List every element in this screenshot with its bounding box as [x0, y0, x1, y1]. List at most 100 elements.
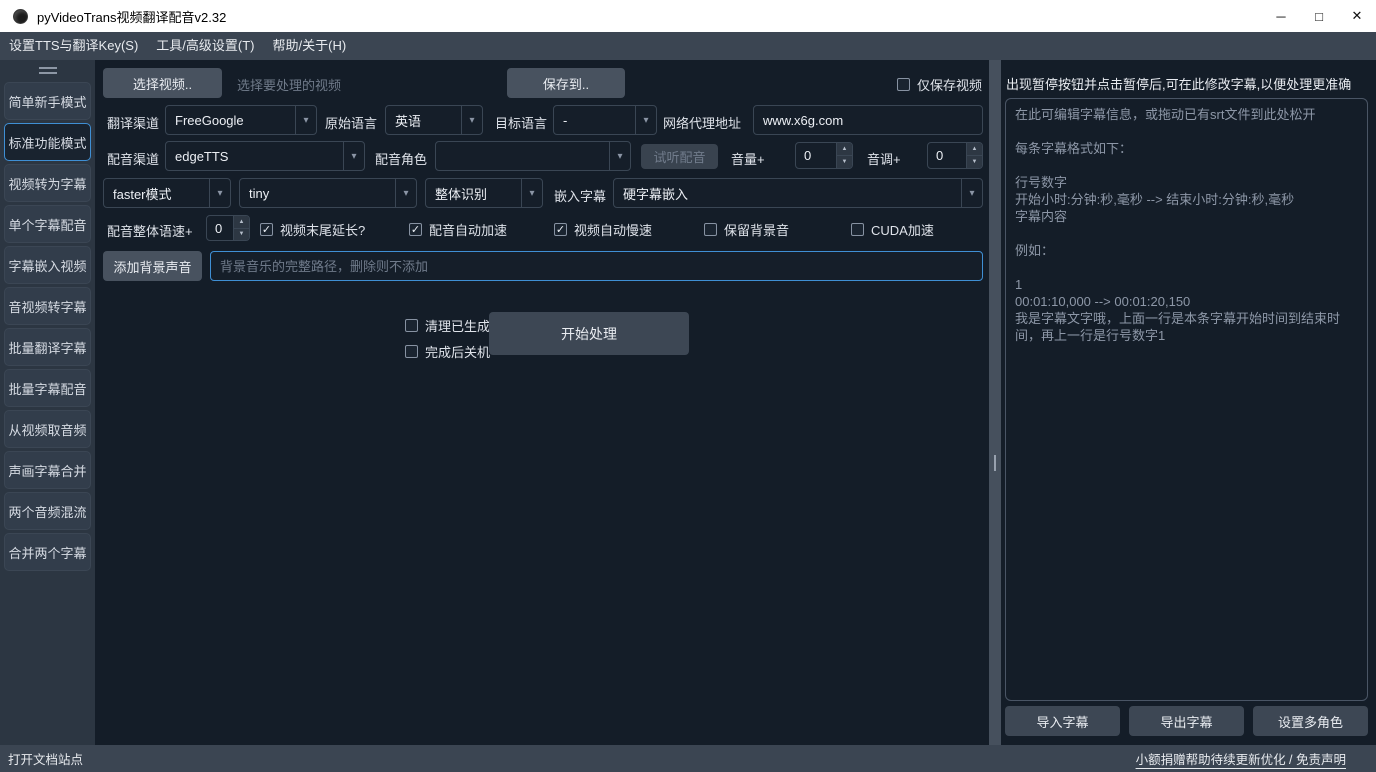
- proxy-address-label: 网络代理地址: [663, 113, 741, 132]
- sidebar-item-embed-srt[interactable]: 字幕嵌入视频: [4, 246, 91, 284]
- sidebar-item-batch-translate[interactable]: 批量翻译字幕: [4, 328, 91, 366]
- save-to-button[interactable]: 保存到..: [507, 68, 625, 98]
- checkbox-label: CUDA加速: [871, 220, 934, 239]
- spin-down-icon[interactable]: ▼: [234, 229, 249, 241]
- panel-splitter[interactable]: [989, 60, 1001, 745]
- target-language-select[interactable]: - ▾: [553, 105, 657, 135]
- spin-down-icon[interactable]: ▼: [967, 156, 982, 168]
- menu-bar: 设置TTS与翻译Key(S) 工具/高级设置(T) 帮助/关于(H): [0, 32, 1376, 60]
- select-video-button[interactable]: 选择视频..: [103, 68, 222, 98]
- spin-up-icon[interactable]: ▲: [234, 216, 249, 229]
- listen-voice-button[interactable]: 试听配音: [641, 144, 718, 169]
- checkbox-box-icon: [554, 223, 567, 236]
- chevron-down-icon[interactable]: ▾: [295, 106, 316, 134]
- sidebar-item-video-to-srt[interactable]: 视频转为字幕: [4, 164, 91, 202]
- volume-label: 音量+: [731, 149, 765, 168]
- only-save-video-checkbox[interactable]: 仅保存视频: [897, 75, 982, 94]
- subtitle-editor[interactable]: 在此可编辑字幕信息，或拖动已有srt文件到此处松开 每条字幕格式如下： 行号数字…: [1005, 98, 1368, 701]
- menu-item-settings-tts-key[interactable]: 设置TTS与翻译Key(S): [0, 32, 147, 60]
- pitch-spinner[interactable]: 0 ▲ ▼: [927, 142, 983, 169]
- cuda-accel-checkbox[interactable]: CUDA加速: [851, 220, 934, 239]
- minimize-button[interactable]: ─: [1262, 0, 1300, 32]
- sidebar-item-extract-audio[interactable]: 从视频取音频: [4, 410, 91, 448]
- spin-up-icon[interactable]: ▲: [967, 143, 982, 156]
- checkbox-box-icon: [405, 319, 418, 332]
- pitch-label: 音调+: [867, 149, 901, 168]
- keep-background-audio-checkbox[interactable]: 保留背景音: [704, 220, 789, 239]
- checkbox-label: 完成后关机: [425, 342, 490, 361]
- tts-channel-select[interactable]: edgeTTS ▾: [165, 141, 365, 171]
- title-bar: pyVideoTrans视频翻译配音v2.32 ─ □ ✕: [0, 0, 1376, 32]
- source-language-label: 原始语言: [325, 113, 377, 132]
- whisper-model-select[interactable]: tiny ▾: [239, 178, 417, 208]
- embed-subtitle-label: 嵌入字幕: [554, 186, 606, 205]
- checkbox-box-icon: [409, 223, 422, 236]
- sidebar-item-audio-to-srt[interactable]: 音视频转字幕: [4, 287, 91, 325]
- speech-rate-label: 配音整体语速+: [107, 221, 193, 240]
- checkbox-label: 配音自动加速: [429, 220, 507, 239]
- checkbox-box-icon: [260, 223, 273, 236]
- chevron-down-icon[interactable]: ▾: [961, 179, 982, 207]
- pause-hint: 出现暂停按钮并点击暂停后,可在此修改字幕,以便处理更准确: [1006, 74, 1351, 93]
- menu-item-help-about[interactable]: 帮助/关于(H): [264, 32, 356, 60]
- donate-link[interactable]: 小额捐赠帮助待续更新优化 / 免责声明: [1136, 749, 1346, 768]
- tts-channel-label: 配音渠道: [107, 149, 159, 168]
- chevron-down-icon[interactable]: ▾: [343, 142, 364, 170]
- chevron-down-icon[interactable]: ▾: [461, 106, 482, 134]
- whisper-mode-select[interactable]: faster模式 ▾: [103, 178, 231, 208]
- spin-down-icon[interactable]: ▼: [837, 156, 852, 168]
- voice-role-label: 配音角色: [375, 149, 427, 168]
- window-title: pyVideoTrans视频翻译配音v2.32: [37, 7, 226, 26]
- checkbox-box-icon: [897, 78, 910, 91]
- sidebar-item-merge-two-srt[interactable]: 合并两个字幕: [4, 533, 91, 571]
- auto-speedup-dub-checkbox[interactable]: 配音自动加速: [409, 220, 507, 239]
- chevron-down-icon[interactable]: ▾: [395, 179, 416, 207]
- splitter-grip-icon: [994, 455, 996, 471]
- speech-rate-spinner[interactable]: 0 ▲ ▼: [206, 215, 250, 241]
- open-docs-link[interactable]: 打开文档站点: [8, 749, 83, 768]
- extend-video-end-checkbox[interactable]: 视频末尾延长?: [260, 220, 365, 239]
- sidebar-item-simple-mode[interactable]: 简单新手模式: [4, 82, 91, 120]
- chevron-down-icon[interactable]: ▾: [521, 179, 542, 207]
- source-language-select[interactable]: 英语 ▾: [385, 105, 483, 135]
- sidebar-item-av-srt-merge[interactable]: 声画字幕合并: [4, 451, 91, 489]
- translate-channel-select[interactable]: FreeGoogle ▾: [165, 105, 317, 135]
- main-panel: 选择视频.. 选择要处理的视频 保存到.. 仅保存视频 翻译渠道 FreeGoo…: [95, 60, 989, 745]
- embed-subtitle-select[interactable]: 硬字幕嵌入 ▾: [613, 178, 983, 208]
- sidebar: 简单新手模式 标准功能模式 视频转为字幕 单个字幕配音 字幕嵌入视频 音视频转字…: [0, 60, 95, 745]
- close-button[interactable]: ✕: [1338, 0, 1376, 32]
- maximize-button[interactable]: □: [1300, 0, 1338, 32]
- target-language-label: 目标语言: [495, 113, 547, 132]
- chevron-down-icon[interactable]: ▾: [609, 142, 630, 170]
- checkbox-box-icon: [405, 345, 418, 358]
- sidebar-item-single-srt-dub[interactable]: 单个字幕配音: [4, 205, 91, 243]
- checkbox-label: 仅保存视频: [917, 75, 982, 94]
- checkbox-label: 视频自动慢速: [574, 220, 652, 239]
- set-multi-role-button[interactable]: 设置多角色: [1253, 706, 1368, 736]
- subtitle-panel: 出现暂停按钮并点击暂停后,可在此修改字幕,以便处理更准确 在此可编辑字幕信息，或…: [1001, 60, 1376, 745]
- sidebar-drag-handle[interactable]: [39, 67, 57, 74]
- shutdown-after-checkbox[interactable]: 完成后关机: [405, 342, 490, 361]
- checkbox-box-icon: [851, 223, 864, 236]
- recognition-type-select[interactable]: 整体识别 ▾: [425, 178, 543, 208]
- volume-spinner[interactable]: 0 ▲ ▼: [795, 142, 853, 169]
- start-button[interactable]: 开始处理: [489, 312, 689, 355]
- voice-role-select[interactable]: ▾: [435, 141, 631, 171]
- export-subtitle-button[interactable]: 导出字幕: [1129, 706, 1244, 736]
- spin-up-icon[interactable]: ▲: [837, 143, 852, 156]
- menu-item-tools-advanced[interactable]: 工具/高级设置(T): [147, 32, 263, 60]
- add-bgm-button[interactable]: 添加背景声音: [103, 251, 202, 281]
- sidebar-item-standard-mode[interactable]: 标准功能模式: [4, 123, 91, 161]
- checkbox-label: 保留背景音: [724, 220, 789, 239]
- checkbox-label: 清理已生成: [425, 316, 490, 335]
- proxy-address-input[interactable]: [753, 105, 983, 135]
- clear-generated-checkbox[interactable]: 清理已生成: [405, 316, 490, 335]
- auto-slowdown-video-checkbox[interactable]: 视频自动慢速: [554, 220, 652, 239]
- checkbox-label: 视频末尾延长?: [280, 220, 365, 239]
- sidebar-item-batch-dub[interactable]: 批量字幕配音: [4, 369, 91, 407]
- bgm-path-input[interactable]: [210, 251, 983, 281]
- import-subtitle-button[interactable]: 导入字幕: [1005, 706, 1120, 736]
- sidebar-item-mix-audio[interactable]: 两个音频混流: [4, 492, 91, 530]
- chevron-down-icon[interactable]: ▾: [209, 179, 230, 207]
- chevron-down-icon[interactable]: ▾: [635, 106, 656, 134]
